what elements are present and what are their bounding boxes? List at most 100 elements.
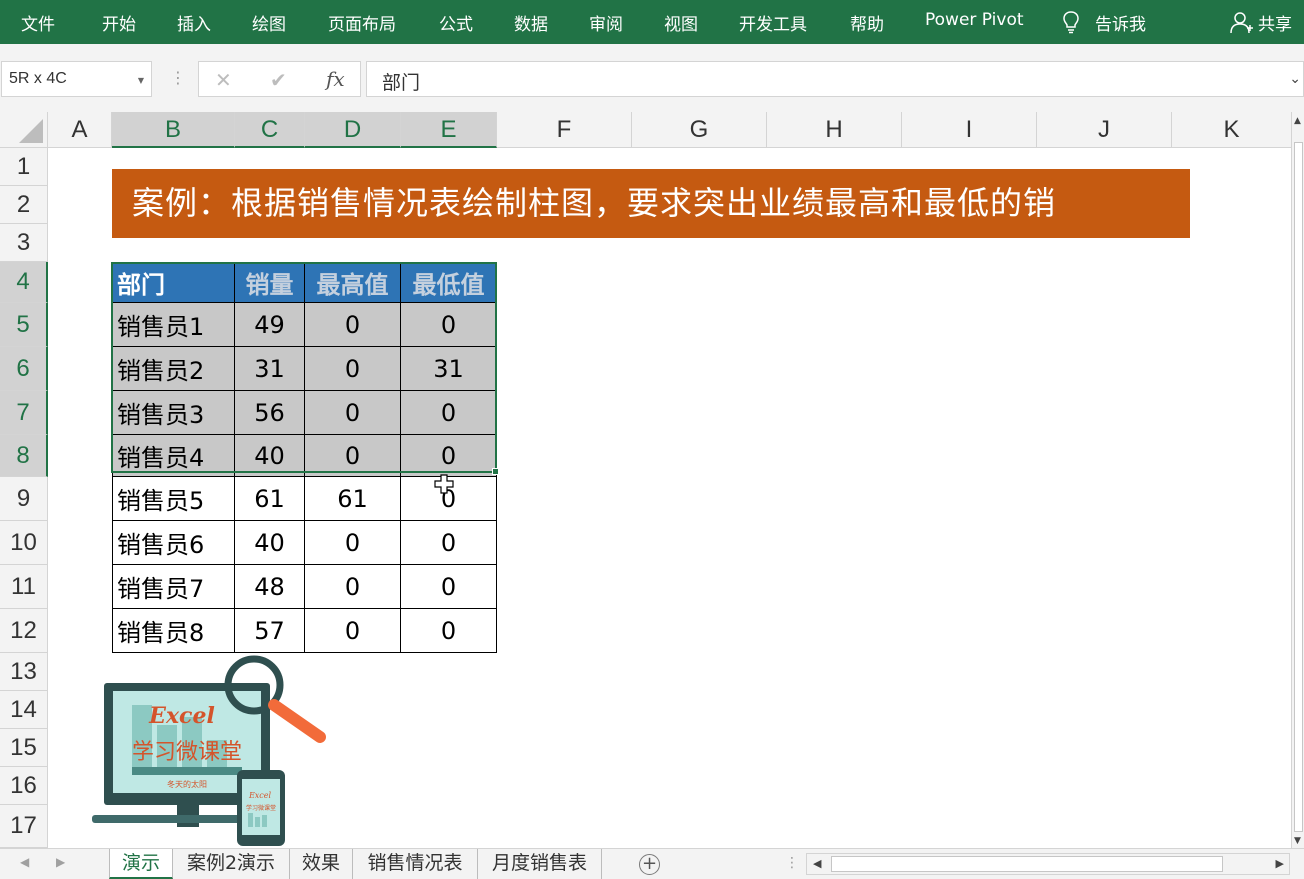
column-header-j[interactable]: J — [1037, 112, 1172, 148]
table-cell[interactable]: 0 — [305, 347, 401, 391]
tab-formulas[interactable]: 公式 — [439, 10, 473, 35]
row-header-14[interactable]: 14 — [0, 691, 48, 729]
column-header-g[interactable]: G — [632, 112, 767, 148]
scroll-up-icon[interactable]: ▲ — [1294, 116, 1301, 126]
sheet-tab-monthly-sales[interactable]: 月度销售表 — [478, 849, 602, 879]
sheet-tab-effect[interactable]: 效果 — [290, 849, 353, 879]
table-cell[interactable]: 49 — [235, 303, 305, 347]
row-header-9[interactable]: 9 — [0, 477, 48, 521]
scroll-right-icon[interactable]: ▶ — [1276, 857, 1284, 870]
tab-file[interactable]: 文件 — [21, 10, 55, 35]
table-header-department[interactable]: 部门 — [112, 262, 235, 303]
insert-function-button[interactable]: fx — [326, 67, 345, 91]
prev-sheet-icon[interactable]: ◀ — [20, 855, 29, 869]
expand-formula-icon[interactable]: ⌄ — [1289, 71, 1301, 87]
lightbulb-icon[interactable] — [1062, 10, 1080, 34]
add-sheet-button[interactable]: + — [639, 854, 660, 875]
row-header-10[interactable]: 10 — [0, 521, 48, 565]
column-header-f[interactable]: F — [497, 112, 632, 148]
tab-data[interactable]: 数据 — [514, 10, 548, 35]
column-header-k[interactable]: K — [1172, 112, 1291, 148]
table-cell[interactable]: 40 — [235, 435, 305, 477]
table-cell[interactable]: 57 — [235, 609, 305, 653]
table-cell[interactable]: 48 — [235, 565, 305, 609]
next-sheet-icon[interactable]: ▶ — [56, 855, 65, 869]
tab-view[interactable]: 视图 — [664, 10, 698, 35]
table-cell[interactable]: 0 — [305, 303, 401, 347]
formula-input[interactable]: 部门 ⌄ — [366, 61, 1304, 97]
horizontal-scroll-thumb[interactable] — [831, 856, 1223, 872]
table-cell[interactable]: 61 — [235, 477, 305, 521]
person-icon[interactable] — [1229, 10, 1253, 34]
table-cell[interactable]: 0 — [305, 521, 401, 565]
row-header-7[interactable]: 7 — [0, 391, 48, 435]
row-header-17[interactable]: 17 — [0, 805, 48, 848]
column-header-a[interactable]: A — [48, 112, 112, 148]
table-cell[interactable]: 56 — [235, 391, 305, 435]
table-cell[interactable]: 0 — [305, 565, 401, 609]
table-cell[interactable]: 销售员6 — [112, 521, 235, 565]
select-all-button[interactable] — [0, 112, 48, 148]
table-cell[interactable]: 销售员2 — [112, 347, 235, 391]
row-header-2[interactable]: 2 — [0, 186, 48, 224]
table-cell[interactable]: 0 — [401, 435, 497, 477]
tab-draw[interactable]: 绘图 — [252, 10, 286, 35]
row-header-6[interactable]: 6 — [0, 347, 48, 391]
table-cell[interactable]: 销售员1 — [112, 303, 235, 347]
table-cell[interactable]: 销售员5 — [112, 477, 235, 521]
row-header-16[interactable]: 16 — [0, 767, 48, 805]
scroll-down-icon[interactable]: ▼ — [1294, 836, 1301, 846]
table-cell[interactable]: 0 — [305, 435, 401, 477]
tab-home[interactable]: 开始 — [102, 10, 136, 35]
row-header-13[interactable]: 13 — [0, 653, 48, 691]
tab-power-pivot[interactable]: Power Pivot — [925, 10, 1024, 30]
horizontal-scrollbar[interactable]: ◀ ▶ — [806, 853, 1290, 875]
table-cell[interactable]: 0 — [401, 565, 497, 609]
share-button[interactable]: 共享 — [1258, 10, 1292, 35]
sheet-tab-demo[interactable]: 演示 — [109, 849, 173, 879]
table-header-min[interactable]: 最低值 — [401, 262, 497, 303]
vertical-scrollbar[interactable]: ▲ ▼ — [1291, 112, 1304, 848]
row-header-15[interactable]: 15 — [0, 729, 48, 767]
cancel-icon[interactable]: ✕ — [215, 68, 232, 92]
formula-bar-grip-icon[interactable]: ⋮ — [170, 68, 186, 87]
scroll-left-icon[interactable]: ◀ — [813, 857, 821, 870]
fill-handle[interactable] — [492, 468, 499, 475]
title-banner[interactable]: 案例：根据销售情况表绘制柱图，要求突出业绩最高和最低的销 — [112, 169, 1190, 238]
column-header-c[interactable]: C — [235, 112, 305, 148]
row-header-11[interactable]: 11 — [0, 565, 48, 609]
vertical-scroll-thumb[interactable] — [1294, 142, 1303, 832]
tab-page-layout[interactable]: 页面布局 — [328, 10, 396, 35]
table-cell[interactable]: 销售员8 — [112, 609, 235, 653]
tab-splitter-icon[interactable]: ⋮ — [785, 855, 799, 871]
column-header-e[interactable]: E — [401, 112, 497, 148]
tab-developer[interactable]: 开发工具 — [739, 10, 807, 35]
tab-help[interactable]: 帮助 — [850, 10, 884, 35]
table-cell[interactable]: 31 — [401, 347, 497, 391]
row-header-1[interactable]: 1 — [0, 148, 48, 186]
table-cell[interactable]: 0 — [401, 303, 497, 347]
table-cell[interactable]: 40 — [235, 521, 305, 565]
table-cell[interactable]: 61 — [305, 477, 401, 521]
table-cell[interactable]: 0 — [401, 609, 497, 653]
chevron-down-icon[interactable]: ▼ — [138, 76, 144, 85]
column-header-b[interactable]: B — [112, 112, 235, 148]
column-header-d[interactable]: D — [305, 112, 401, 148]
row-header-12[interactable]: 12 — [0, 609, 48, 653]
table-cell[interactable]: 销售员3 — [112, 391, 235, 435]
table-cell[interactable]: 销售员4 — [112, 435, 235, 477]
row-header-8[interactable]: 8 — [0, 435, 48, 477]
column-header-i[interactable]: I — [902, 112, 1037, 148]
column-header-h[interactable]: H — [767, 112, 902, 148]
table-cell[interactable]: 0 — [305, 391, 401, 435]
table-cell[interactable]: 0 — [401, 391, 497, 435]
row-header-5[interactable]: 5 — [0, 303, 48, 347]
tab-review[interactable]: 审阅 — [589, 10, 623, 35]
sheet-tab-sales-report[interactable]: 销售情况表 — [353, 849, 478, 879]
row-header-4[interactable]: 4 — [0, 262, 48, 303]
name-box[interactable]: 5R x 4C ▼ — [1, 61, 152, 97]
table-cell[interactable]: 0 — [401, 521, 497, 565]
table-cell[interactable]: 销售员7 — [112, 565, 235, 609]
row-header-3[interactable]: 3 — [0, 224, 48, 262]
enter-icon[interactable]: ✔ — [270, 68, 287, 92]
